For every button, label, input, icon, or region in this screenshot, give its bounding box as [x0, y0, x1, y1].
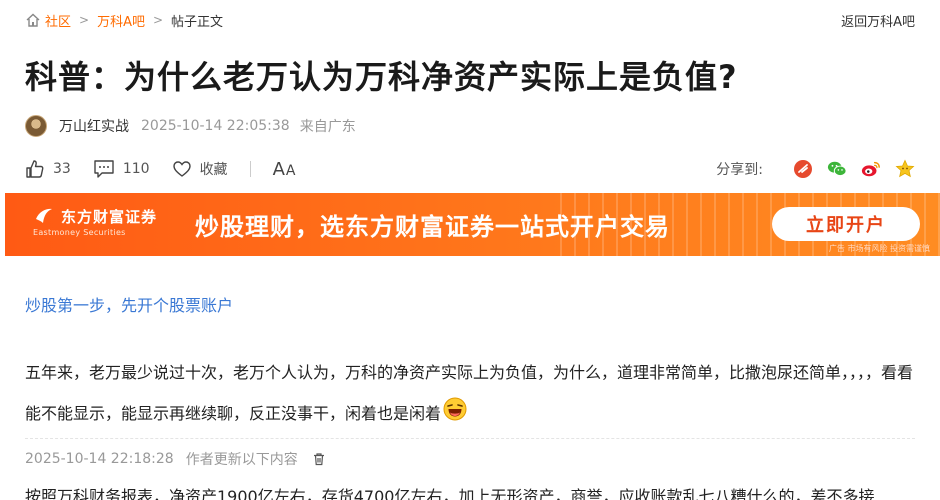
- update-label: 作者更新以下内容: [185, 452, 298, 468]
- ad-disclaimer: 广告 市场有风险 投资需谨慎: [828, 244, 930, 253]
- share-group: 分享到:: [716, 159, 915, 179]
- brand-logo: 东方财富证券: [33, 205, 157, 227]
- font-size-toggle[interactable]: AA: [273, 159, 296, 180]
- author-name[interactable]: 万山红实战: [59, 116, 129, 136]
- share-label: 分享到:: [716, 162, 763, 178]
- post-paragraph: 五年来，老万最少说过十次，老万个人认为，万科的净资产实际上为负值，为什么，道理非…: [25, 363, 914, 423]
- author-row: 万山红实战 2025-10-14 22:05:38 来自广东: [25, 114, 356, 138]
- brand-name-cn: 东方财富证券: [61, 207, 158, 226]
- home-icon: [26, 13, 40, 27]
- comment-count: 110: [122, 161, 150, 177]
- favorite-button[interactable]: 收藏: [172, 159, 228, 179]
- like-button[interactable]: 33: [25, 159, 71, 179]
- share-weibo-circle-icon[interactable]: [793, 159, 813, 179]
- ad-banner[interactable]: 东方财富证券 Eastmoney Securities 炒股理财，选东方财富证券…: [5, 193, 940, 256]
- weibo-icon[interactable]: [861, 159, 881, 179]
- back-to-bar-link[interactable]: 返回万科A吧: [841, 11, 915, 30]
- action-row: 33 110 收藏 AA 分享到:: [25, 155, 915, 183]
- heart-icon: [172, 161, 191, 177]
- favorite-label: 收藏: [199, 162, 228, 178]
- brand-logo-icon: [36, 208, 52, 223]
- post-time: 2025-10-14 22:05:38: [141, 118, 290, 134]
- font-size-large: A: [272, 158, 285, 180]
- brand-name-en: Eastmoney Securities: [33, 228, 126, 237]
- star-icon[interactable]: [895, 159, 915, 179]
- banner-slogan: 炒股理财，选东方财富证券一站式开户交易: [195, 213, 670, 241]
- breadcrumb: 社区 > 万科A吧 > 帖子正文 返回万科A吧: [25, 10, 915, 30]
- comment-button[interactable]: 110: [93, 159, 150, 179]
- chevron-right-icon: >: [152, 13, 164, 27]
- chevron-right-icon: >: [79, 13, 90, 27]
- page-title: 科普：为什么老万认为万科净资产实际上是负值?: [25, 58, 738, 96]
- update-header: 2025-10-14 22:18:28 作者更新以下内容: [25, 449, 326, 469]
- update-body: 按照万科财务报表，净资产1900亿左右，存货4700亿左右，加上无形资产，商誉，…: [25, 487, 875, 500]
- comment-icon: [94, 160, 114, 178]
- font-size-small: A: [285, 162, 296, 179]
- promo-link[interactable]: 炒股第一步，先开个股票账户: [25, 292, 233, 316]
- breadcrumb-current: 帖子正文: [171, 14, 224, 30]
- like-count: 33: [53, 161, 71, 177]
- breadcrumb-home-link[interactable]: 社区: [45, 11, 71, 30]
- open-account-button[interactable]: 立即开户: [772, 207, 920, 241]
- breadcrumb-bar-link[interactable]: 万科A吧: [97, 11, 145, 30]
- post-location: 来自广东: [299, 119, 356, 135]
- update-divider: [25, 438, 915, 439]
- trash-icon[interactable]: [312, 452, 326, 466]
- post-body: 五年来，老万最少说过十次，老万个人认为，万科的净资产实际上为负值，为什么，道理非…: [25, 352, 915, 434]
- avatar[interactable]: [25, 115, 47, 137]
- wechat-icon[interactable]: [827, 159, 847, 179]
- laugh-emoji-icon: [443, 397, 467, 421]
- update-time: 2025-10-14 22:18:28: [25, 451, 174, 467]
- like-icon: [26, 160, 44, 178]
- divider: [249, 161, 251, 177]
